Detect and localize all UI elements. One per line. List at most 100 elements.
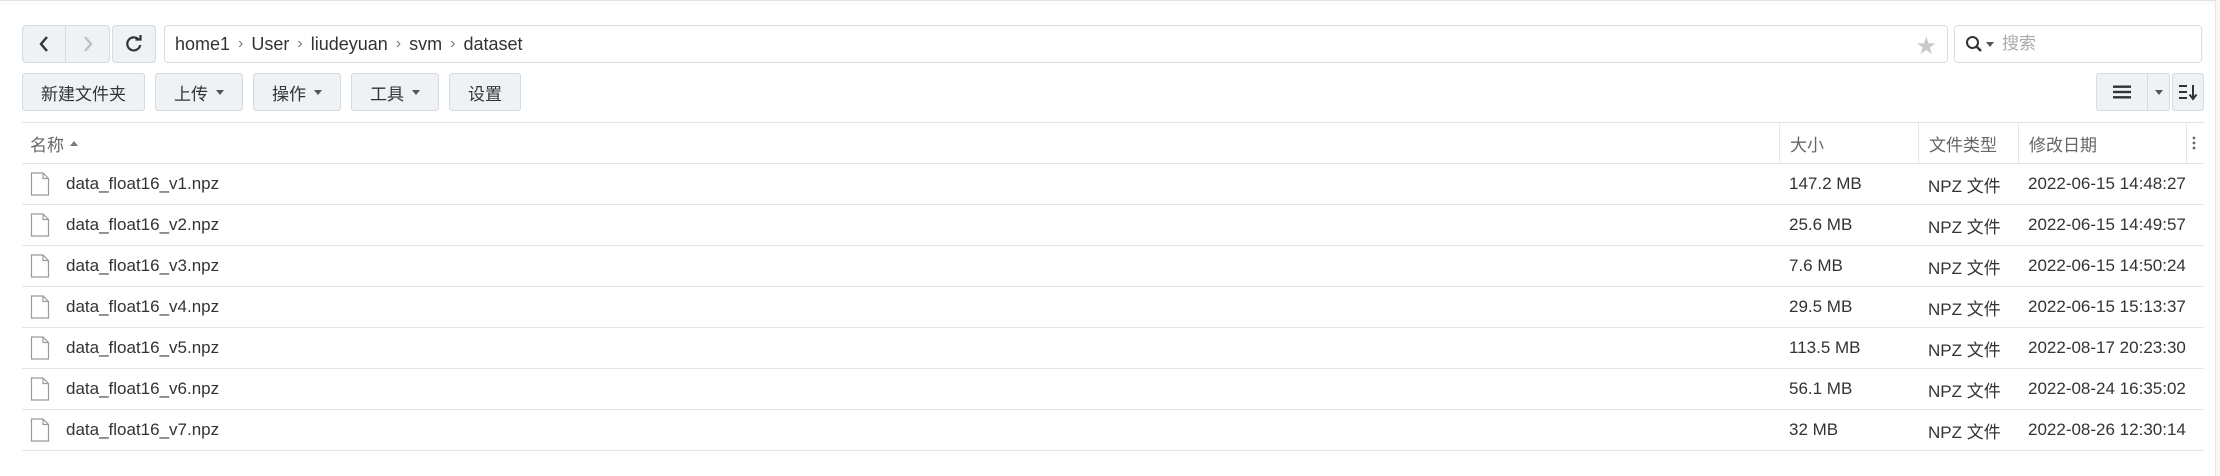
breadcrumb-liudeyuan[interactable]: liudeyuan — [311, 34, 388, 55]
file-icon — [30, 172, 50, 196]
path-bar[interactable]: home1 › User › liudeyuan › svm › dataset… — [164, 25, 1948, 63]
table-header: 名称 大小 文件类型 修改日期 — [22, 122, 2204, 164]
file-table: 名称 大小 文件类型 修改日期 data_float16_v1.npz 147.… — [22, 122, 2204, 451]
file-size: 29.5 MB — [1789, 297, 1853, 316]
upload-label: 上传 — [174, 84, 208, 104]
column-header-modified-label: 修改日期 — [2029, 135, 2097, 155]
file-icon — [30, 213, 50, 237]
file-icon — [30, 377, 50, 401]
settings-button[interactable]: 设置 — [449, 73, 521, 111]
file-modified: 2022-06-15 14:50:24 — [2028, 256, 2186, 275]
file-modified: 2022-06-15 14:48:27 — [2028, 174, 2186, 193]
list-view-button[interactable] — [2096, 73, 2148, 111]
breadcrumb-separator-icon: › — [395, 35, 402, 52]
table-row[interactable]: data_float16_v4.npz 29.5 MB NPZ 文件 2022-… — [22, 287, 2204, 328]
breadcrumb-dataset[interactable]: dataset — [463, 34, 522, 55]
file-type: NPZ 文件 — [1928, 217, 2001, 237]
file-name: data_float16_v6.npz — [66, 379, 220, 398]
view-mode-group — [2096, 73, 2170, 111]
column-header-size-label: 大小 — [1790, 135, 1824, 155]
view-mode-dropdown[interactable] — [2148, 73, 2170, 111]
more-vertical-icon — [2192, 136, 2196, 150]
refresh-button[interactable] — [112, 25, 156, 63]
breadcrumb-user[interactable]: User — [251, 34, 289, 55]
settings-label: 设置 — [468, 84, 502, 104]
file-name-cell: data_float16_v2.npz — [22, 213, 1779, 237]
file-size: 56.1 MB — [1789, 379, 1853, 398]
file-icon — [30, 336, 50, 360]
back-button[interactable] — [22, 25, 66, 63]
table-row[interactable]: data_float16_v7.npz 32 MB NPZ 文件 2022-08… — [22, 410, 2204, 451]
file-type: NPZ 文件 — [1928, 258, 2001, 278]
file-icon — [30, 418, 50, 442]
table-row[interactable]: data_float16_v5.npz 113.5 MB NPZ 文件 2022… — [22, 328, 2204, 369]
file-name-cell: data_float16_v4.npz — [22, 295, 1779, 319]
breadcrumb-home1[interactable]: home1 — [175, 34, 230, 55]
file-size: 113.5 MB — [1789, 338, 1861, 357]
file-type: NPZ 文件 — [1928, 176, 2001, 196]
file-name-cell: data_float16_v6.npz — [22, 377, 1779, 401]
file-type: NPZ 文件 — [1928, 340, 2001, 360]
file-size: 147.2 MB — [1789, 174, 1862, 193]
chevron-down-icon — [1986, 41, 1994, 47]
file-name-cell: data_float16_v5.npz — [22, 336, 1779, 360]
file-name-cell: data_float16_v3.npz — [22, 254, 1779, 278]
new-folder-label: 新建文件夹 — [41, 84, 126, 104]
window-top-border — [0, 0, 2220, 5]
breadcrumb-separator-icon: › — [450, 35, 456, 52]
file-modified: 2022-06-15 15:13:37 — [2028, 297, 2186, 316]
forward-button[interactable] — [66, 25, 110, 63]
history-nav — [22, 25, 110, 63]
refresh-icon — [126, 35, 142, 52]
column-header-type[interactable]: 文件类型 — [1918, 123, 2018, 163]
actions-label: 操作 — [272, 84, 306, 104]
search-options-button[interactable] — [1955, 35, 2000, 53]
file-size: 25.6 MB — [1789, 215, 1853, 234]
table-row[interactable]: data_float16_v3.npz 7.6 MB NPZ 文件 2022-0… — [22, 246, 2204, 287]
file-name-cell: data_float16_v1.npz — [22, 172, 1779, 196]
sort-ascending-icon — [70, 140, 78, 146]
breadcrumb-separator-icon: › — [238, 35, 244, 52]
search-input[interactable] — [2000, 33, 2174, 55]
upload-button[interactable]: 上传 — [155, 73, 243, 111]
file-size: 7.6 MB — [1789, 256, 1843, 275]
column-header-name[interactable]: 名称 — [22, 123, 1779, 163]
table-body: data_float16_v1.npz 147.2 MB NPZ 文件 2022… — [22, 164, 2204, 451]
table-row[interactable]: data_float16_v2.npz 25.6 MB NPZ 文件 2022-… — [22, 205, 2204, 246]
file-name: data_float16_v5.npz — [66, 338, 220, 357]
tools-label: 工具 — [370, 84, 404, 104]
chevron-down-icon — [2154, 89, 2163, 95]
action-toolbar: 新建文件夹 上传 操作 工具 设置 — [22, 73, 521, 111]
file-modified: 2022-08-24 16:35:02 — [2028, 379, 2186, 398]
file-name-cell: data_float16_v7.npz — [22, 418, 1779, 442]
table-row[interactable]: data_float16_v6.npz 56.1 MB NPZ 文件 2022-… — [22, 369, 2204, 410]
file-type: NPZ 文件 — [1928, 381, 2001, 401]
column-header-type-label: 文件类型 — [1929, 135, 1997, 155]
list-icon — [2113, 85, 2131, 99]
sort-button[interactable] — [2172, 73, 2204, 111]
file-type: NPZ 文件 — [1928, 299, 2001, 319]
tools-button[interactable]: 工具 — [351, 73, 439, 111]
file-icon — [30, 254, 50, 278]
file-modified: 2022-08-26 12:30:14 — [2028, 420, 2186, 439]
file-name: data_float16_v1.npz — [66, 174, 220, 193]
breadcrumb-svm[interactable]: svm — [409, 34, 442, 55]
column-options-button[interactable] — [2186, 123, 2204, 163]
search-icon — [1966, 36, 1982, 52]
table-row[interactable]: data_float16_v1.npz 147.2 MB NPZ 文件 2022… — [22, 164, 2204, 205]
star-icon[interactable]: ★ — [1915, 32, 1937, 61]
file-size: 32 MB — [1789, 420, 1839, 439]
file-modified: 2022-06-15 14:49:57 — [2028, 215, 2186, 234]
new-folder-button[interactable]: 新建文件夹 — [22, 73, 145, 111]
chevron-down-icon — [216, 89, 224, 95]
chevron-left-icon — [39, 36, 48, 52]
column-header-size[interactable]: 大小 — [1779, 123, 1918, 163]
right-scroll-edge — [2215, 0, 2220, 476]
column-header-modified[interactable]: 修改日期 — [2018, 123, 2186, 163]
file-name: data_float16_v3.npz — [66, 256, 220, 275]
chevron-down-icon — [412, 89, 420, 95]
breadcrumb-separator-icon: › — [297, 35, 303, 52]
file-name: data_float16_v4.npz — [66, 297, 220, 316]
file-modified: 2022-08-17 20:23:30 — [2028, 338, 2186, 357]
actions-button[interactable]: 操作 — [253, 73, 341, 111]
